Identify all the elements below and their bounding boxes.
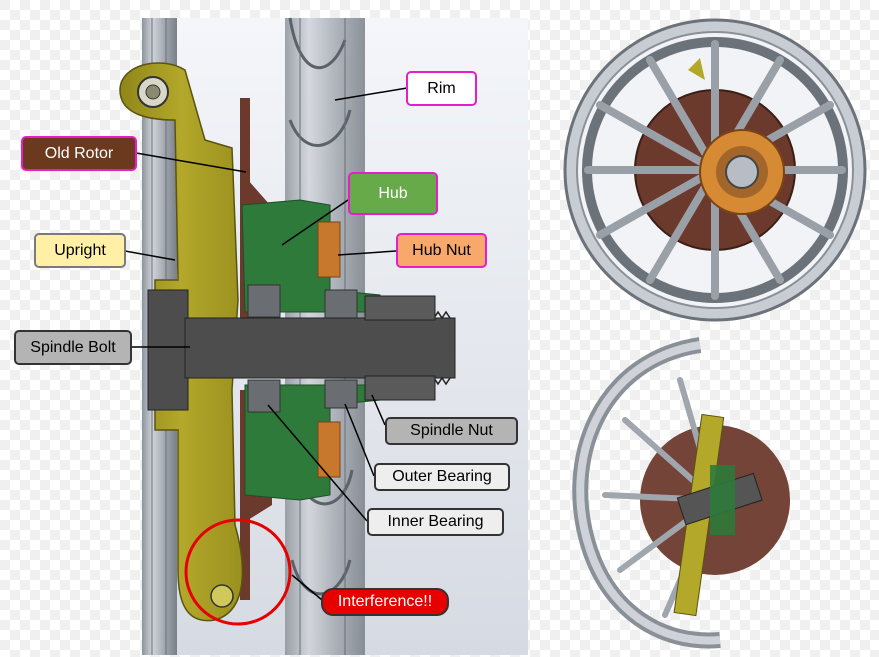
hub-label: Hub [348,172,438,215]
spindle-bolt-label: Spindle Bolt [14,330,132,365]
wheel-render-front [563,18,867,322]
upright-label: Upright [34,233,126,268]
old-rotor-label: Old Rotor [21,136,137,171]
upright-bottom-bolt [210,584,234,608]
hub-nut-label: Hub Nut [396,233,487,268]
spindle-nut-label: Spindle Nut [385,417,518,445]
outer-bearing-label: Outer Bearing [374,463,510,491]
cross-section-view [119,17,528,655]
spindle-nut [364,295,436,321]
hub-nut [317,221,341,278]
outer-bearing [324,289,358,319]
inner-bearing [247,284,281,318]
interference-label: Interference!! [321,588,449,616]
inner-bearing-label: Inner Bearing [367,508,504,536]
spindle-bolt-head [147,289,189,411]
rim-label: Rim [406,71,477,106]
spindle-bolt [184,317,456,379]
